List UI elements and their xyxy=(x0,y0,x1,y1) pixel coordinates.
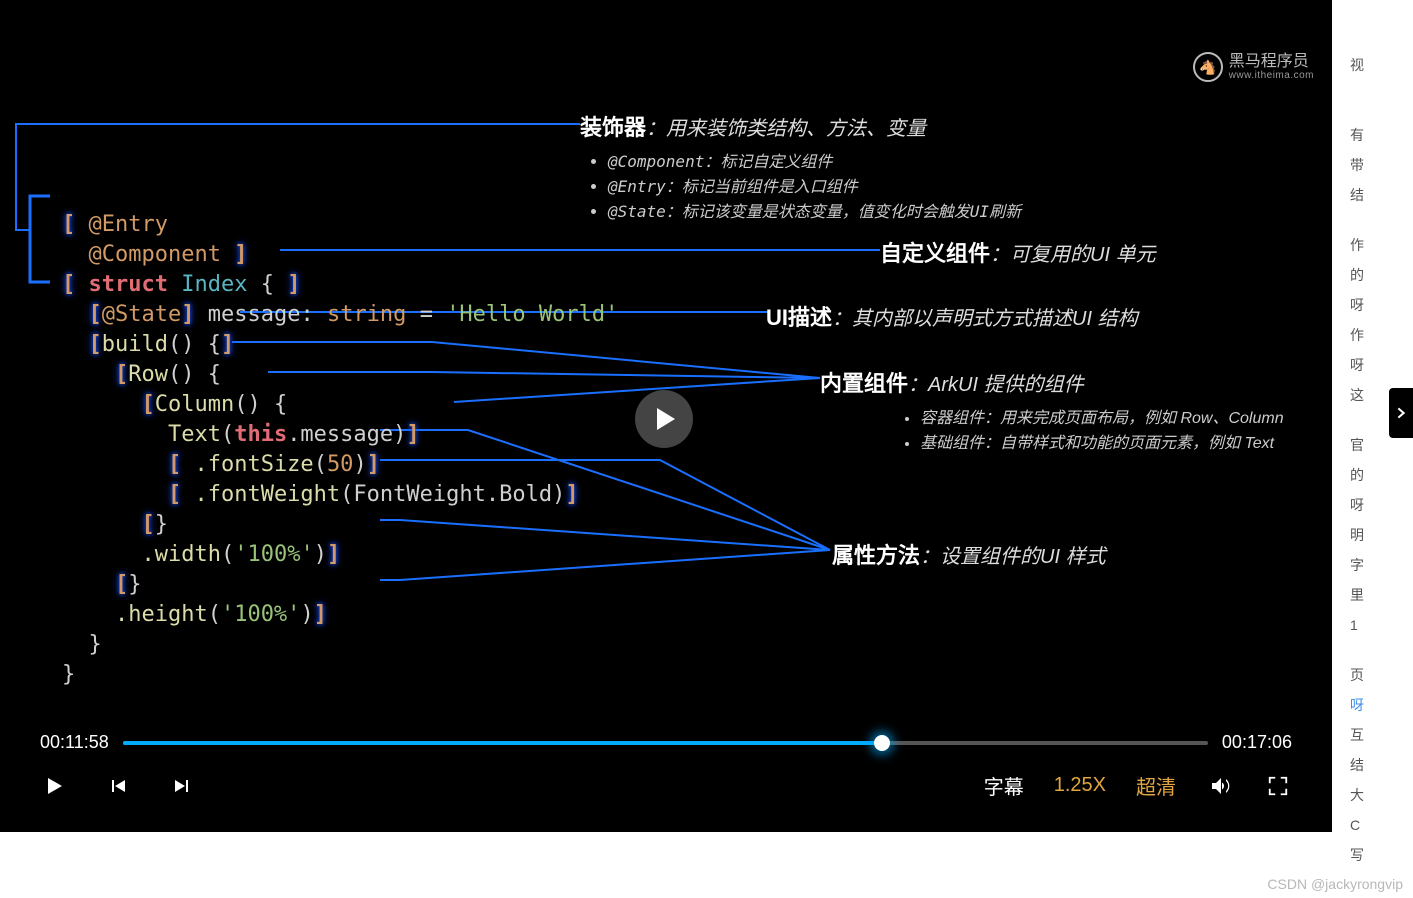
side-text: 呀 xyxy=(1350,290,1413,320)
side-text: 里 xyxy=(1350,580,1413,610)
expand-sidebar-button[interactable] xyxy=(1389,388,1413,438)
speed-button[interactable]: 1.25X xyxy=(1054,774,1106,797)
side-text: 互 xyxy=(1350,720,1413,750)
play-center-button[interactable] xyxy=(635,390,693,448)
next-button[interactable] xyxy=(168,772,196,800)
play-button[interactable] xyxy=(40,772,68,800)
logo-icon: 🐴 xyxy=(1193,52,1223,82)
side-text: 写 xyxy=(1350,840,1413,870)
subtitle-button[interactable]: 字幕 xyxy=(984,771,1024,800)
duration: 00:17:06 xyxy=(1222,732,1292,753)
side-text: 带 xyxy=(1350,150,1413,180)
annotations: 装饰器：用来装饰类结构、方法、变量 @Component：标记自定义组件 @En… xyxy=(580,110,1300,236)
skip-prev-icon xyxy=(106,774,130,798)
side-text: 视 xyxy=(1350,50,1413,80)
build-fn: build xyxy=(102,332,168,357)
code-block: [ @Entry @Component ] [ struct Index { ]… xyxy=(62,180,618,720)
side-text: 有 xyxy=(1350,120,1413,150)
side-text: 大 xyxy=(1350,780,1413,810)
struct-name: Index xyxy=(181,272,247,297)
side-text: 作 xyxy=(1350,320,1413,350)
anno-attr-method: 属性方法：设置组件的UI 样式 xyxy=(832,538,1106,570)
skip-next-icon xyxy=(170,774,194,798)
side-text: 的 xyxy=(1350,260,1413,290)
video-controls: 00:11:58 00:17:06 字幕 1.25X xyxy=(0,722,1332,832)
side-text: 字 xyxy=(1350,550,1413,580)
kw-struct: struct xyxy=(89,272,168,297)
side-text: 作 xyxy=(1350,230,1413,260)
string-literal: 'Hello World' xyxy=(446,302,618,327)
decorator-component: @Component xyxy=(89,242,221,267)
logo-subtext: www.itheima.com xyxy=(1229,70,1314,81)
this-kw: this xyxy=(234,422,287,447)
decorator-entry: @Entry xyxy=(89,212,168,237)
anno-decorator: 装饰器：用来装饰类结构、方法、变量 @Component：标记自定义组件 @En… xyxy=(580,110,1300,222)
var-name: message xyxy=(208,302,301,327)
text-comp: Text xyxy=(168,422,221,447)
fontsize-method: .fontSize xyxy=(194,452,313,477)
side-text: 结 xyxy=(1350,750,1413,780)
side-text: 呀 xyxy=(1350,490,1413,520)
video-player: 🐴 黑马程序员 www.itheima.com [ @Entry @Compon… xyxy=(0,0,1332,832)
side-text: 页 xyxy=(1350,660,1413,690)
builtin-bullets: 容器组件：用来完成页面布局，例如 Row、Column 基础组件：自带样式和功能… xyxy=(920,404,1284,453)
fullscreen-button[interactable] xyxy=(1264,772,1292,800)
fontweight-method: .fontWeight xyxy=(194,482,340,507)
logo-text: 黑马程序员 xyxy=(1229,53,1314,71)
side-text: 明 xyxy=(1350,520,1413,550)
side-text: C xyxy=(1350,810,1413,840)
progress-thumb[interactable] xyxy=(874,735,890,751)
anno-builtin: 内置组件：ArkUI 提供的组件 容器组件：用来完成页面布局，例如 Row、Co… xyxy=(820,366,1284,454)
volume-button[interactable] xyxy=(1206,772,1234,800)
volume-icon xyxy=(1208,774,1232,798)
height-method: .height xyxy=(115,602,208,627)
play-icon xyxy=(42,774,66,798)
chevron-right-icon xyxy=(1393,405,1409,421)
brand-logo: 🐴 黑马程序员 www.itheima.com xyxy=(1193,52,1314,82)
width-method: .width xyxy=(141,542,220,567)
anno-ui-desc: UI描述：其内部以声明式方式描述UI 结构 xyxy=(766,300,1138,332)
row-comp: Row xyxy=(128,362,168,387)
side-text: 1 xyxy=(1350,610,1413,640)
current-time: 00:11:58 xyxy=(40,732,109,753)
quality-button[interactable]: 超清 xyxy=(1136,771,1176,800)
side-text: 呀 xyxy=(1350,350,1413,380)
decorator-bullets: @Component：标记自定义组件 @Entry：标记当前组件是入口组件 @S… xyxy=(608,148,1300,222)
side-text: 结 xyxy=(1350,180,1413,210)
var-type: string xyxy=(327,302,406,327)
fullscreen-icon xyxy=(1267,775,1289,797)
column-comp: Column xyxy=(155,392,234,417)
decorator-state: @State xyxy=(102,302,181,327)
prev-button[interactable] xyxy=(104,772,132,800)
side-link[interactable]: 呀 xyxy=(1350,690,1413,720)
anno-custom-component: 自定义组件：可复用的UI 单元 xyxy=(880,236,1156,268)
watermark: CSDN @jackyrongvip xyxy=(1267,876,1403,892)
side-text: 的 xyxy=(1350,460,1413,490)
progress-bar[interactable] xyxy=(123,741,1208,745)
progress-fill xyxy=(123,741,883,745)
